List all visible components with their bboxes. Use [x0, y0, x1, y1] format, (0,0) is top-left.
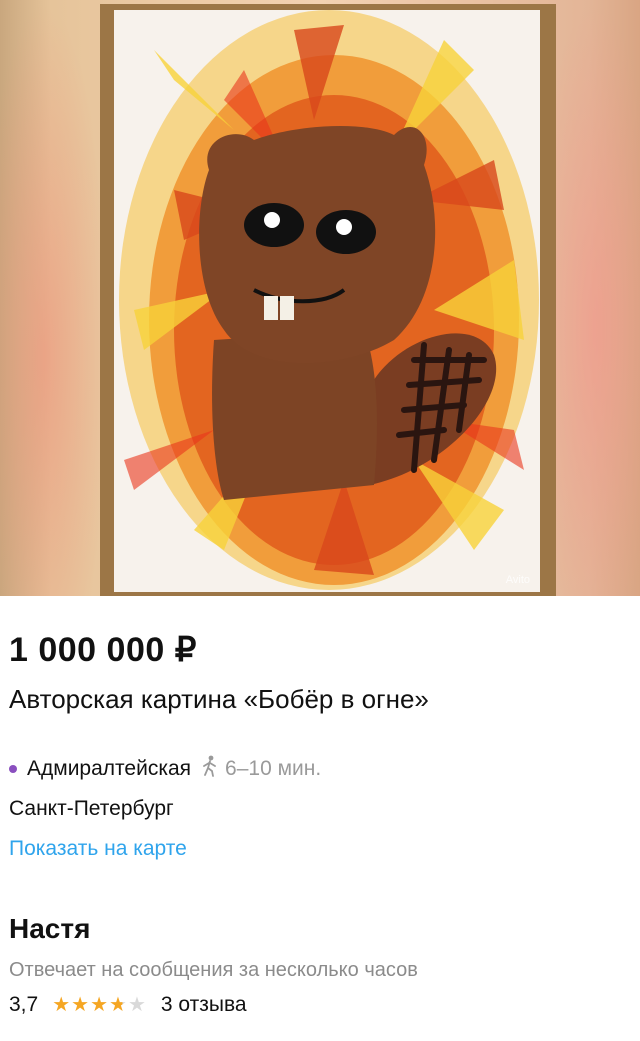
price: 1 000 000 ₽: [9, 631, 197, 669]
metro-station: Адмиралтейская: [27, 757, 192, 780]
rating-row[interactable]: 3,7 ★★★★★ 3 отзыва: [9, 992, 631, 1017]
painting: Avito: [114, 10, 540, 592]
reviews-count[interactable]: 3 отзыва: [161, 993, 247, 1017]
city: Санкт-Петербург: [9, 797, 174, 820]
walking-person-icon: [201, 755, 219, 783]
rating-stars: ★★★★★: [52, 992, 147, 1017]
star-icon: ★: [71, 994, 91, 1016]
star-icon: ★: [52, 994, 72, 1016]
star-icon: ★: [109, 994, 128, 1016]
listing-title: Авторская картина «Бобёр в огне»: [9, 684, 429, 714]
seller-name[interactable]: Настя: [9, 913, 631, 945]
star-icon: ★: [127, 994, 147, 1016]
response-time: Отвечает на сообщения за несколько часов: [9, 959, 418, 981]
walk-time: 6–10 мин.: [225, 757, 322, 780]
show-on-map-link[interactable]: Показать на карте: [9, 837, 631, 861]
metro-line-dot: [9, 765, 17, 773]
photo-blur-left: [0, 0, 110, 596]
listing-photo[interactable]: Avito: [0, 0, 640, 596]
star-icon: ★: [90, 994, 110, 1016]
rating-value: 3,7: [9, 992, 39, 1016]
beaver-painting: [119, 10, 539, 590]
watermark: Avito: [505, 574, 530, 586]
listing-info: 1 000 000 ₽ Авторская картина «Бобёр в о…: [0, 630, 640, 1017]
metro-row: Адмиралтейская 6–10 мин.: [9, 755, 631, 783]
